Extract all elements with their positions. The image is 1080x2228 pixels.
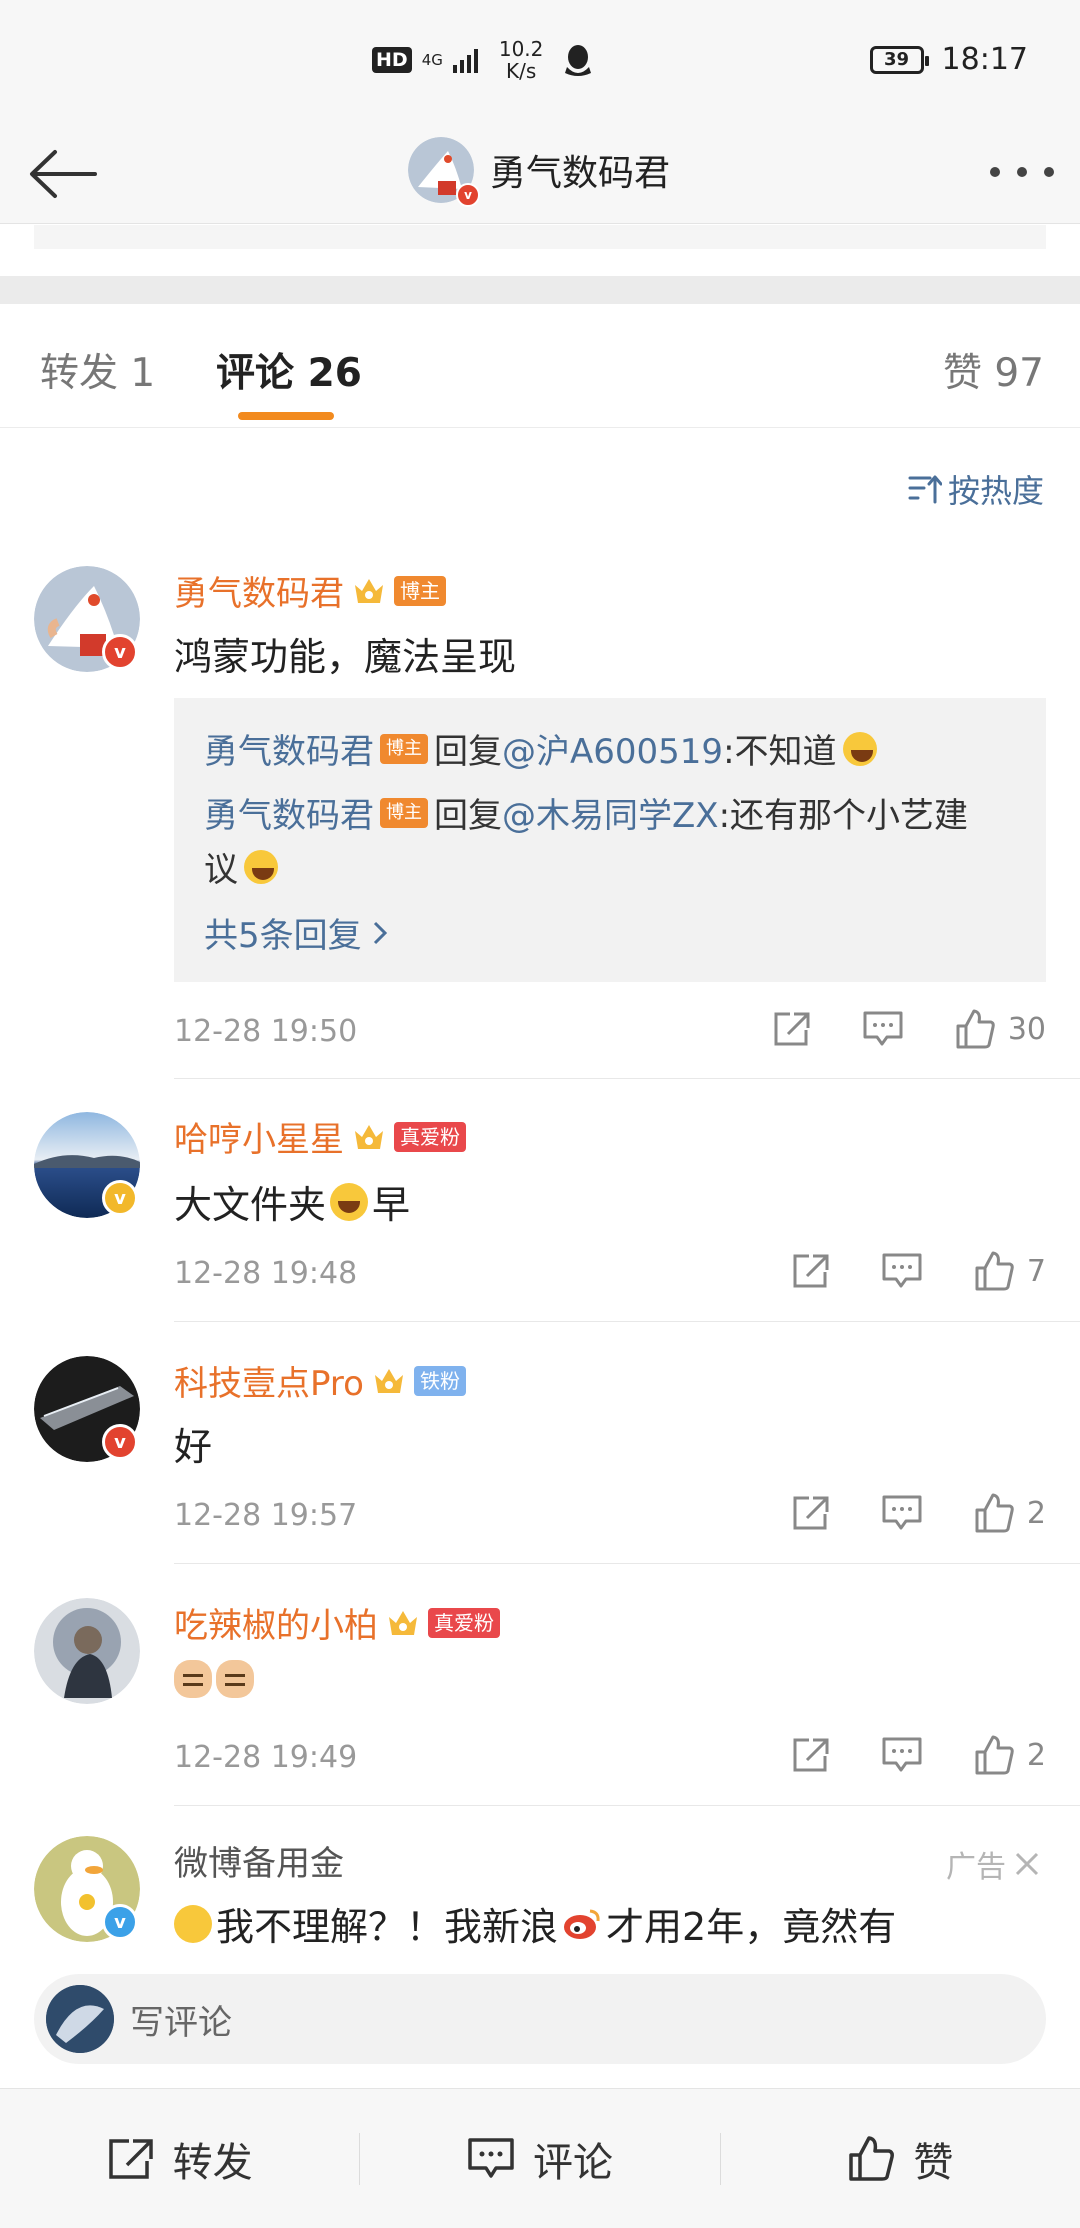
repost-button[interactable]: 转发: [0, 2089, 359, 2228]
write-comment-input[interactable]: 写评论: [34, 1974, 1046, 2064]
comment-text: 我不理解？！我新浪 才用2年，竟然有: [174, 1896, 896, 1951]
share-icon: [108, 2138, 153, 2179]
ad-comment-item: v 微博备用金 广告 我不理解？！我新浪 才用2年，竟然有: [0, 0, 1080, 1960]
comment-header: 微博备用金: [174, 1836, 344, 1885]
ad-badge[interactable]: 广告: [946, 1842, 1040, 1886]
like-button[interactable]: 赞: [721, 2089, 1080, 2228]
smirk-emoji-icon: [174, 1904, 212, 1943]
comment-text-part: 我不理解？！我新浪: [216, 1905, 559, 1949]
close-icon[interactable]: [1014, 1851, 1040, 1877]
commenter-name[interactable]: 微博备用金: [174, 1836, 344, 1885]
comment-button[interactable]: 评论: [360, 2089, 719, 2228]
repost-label: 转发: [172, 2139, 253, 2186]
like-label: 赞: [913, 2139, 954, 2186]
comment-text-part: 才用2年，竟然有: [606, 1905, 897, 1949]
weibo-logo-icon: [564, 1909, 600, 1939]
verified-badge: v: [102, 1904, 138, 1940]
comment-bubble-icon: [468, 2137, 514, 2178]
bottom-action-bar: 转发 评论 赞: [0, 2088, 1080, 2228]
thumbs-up-icon: [849, 2135, 895, 2181]
write-comment-area: 写评论: [0, 1960, 1080, 2088]
user-avatar: [46, 1985, 114, 2053]
ad-label-text: 广告: [946, 1850, 1006, 1885]
write-comment-placeholder: 写评论: [130, 2002, 232, 2043]
comment-label: 评论: [532, 2139, 613, 2186]
weibo-comments-page: HD 4G 10.2 K/s 39 18:17 v 勇气数码君 转发 1 评论 …: [0, 0, 1080, 2228]
